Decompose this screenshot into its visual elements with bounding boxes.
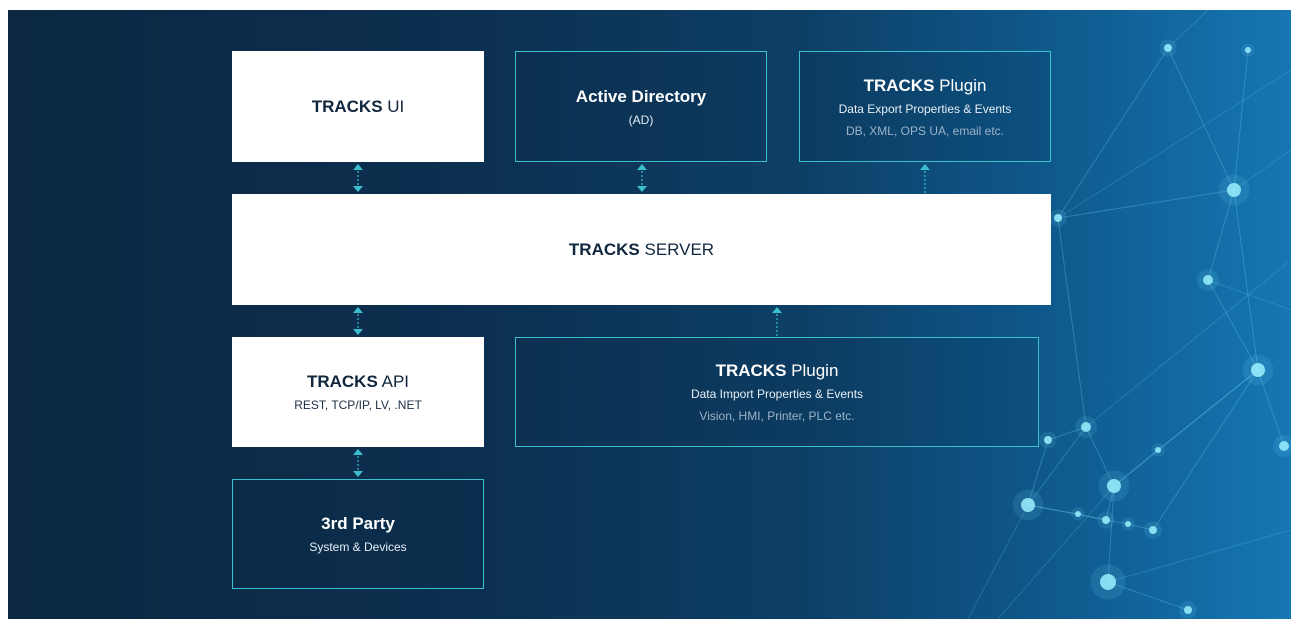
network-link <box>1167 47 1235 191</box>
network-node <box>1125 521 1131 527</box>
network-link <box>1157 369 1259 451</box>
network-node <box>1155 447 1161 453</box>
network-link <box>1057 217 1087 428</box>
tracks-api-title: TRACKS API <box>307 371 409 393</box>
diagram-canvas: TRACKS UI Active Directory (AD) TRACKS P… <box>8 10 1291 619</box>
network-link <box>1057 69 1291 219</box>
active-directory-title: Active Directory <box>576 86 706 108</box>
third-party-box: 3rd Party System & Devices <box>232 479 484 589</box>
tracks-ui-title-normal: UI <box>387 96 405 116</box>
plugin-import-subtitle: Data Import Properties & Events <box>690 387 864 401</box>
network-node <box>1149 526 1157 534</box>
tracks-ui-title-bold: TRACKS <box>311 96 383 116</box>
tracks-api-box: TRACKS API REST, TCP/IP, LV, .NET <box>232 337 484 447</box>
network-node <box>1279 441 1289 451</box>
plugin-import-detail: Vision, HMI, Printer, PLC etc. <box>699 409 855 423</box>
network-node <box>1021 498 1035 512</box>
network-node <box>1245 47 1251 53</box>
network-link <box>1085 259 1291 428</box>
tracks-api-subtitle: REST, TCP/IP, LV, .NET <box>294 398 422 412</box>
network-node <box>1184 606 1192 614</box>
connector-plugin-import-server <box>770 306 784 336</box>
connector-api-third-party <box>351 448 365 478</box>
network-node <box>1251 363 1265 377</box>
network-link <box>967 504 1029 619</box>
connector-ui-server <box>351 163 365 193</box>
network-link <box>1057 47 1169 219</box>
plugin-export-title-normal: Plugin <box>939 75 987 95</box>
network-link <box>1233 49 1249 191</box>
active-directory-box: Active Directory (AD) <box>515 51 767 162</box>
tracks-server-box: TRACKS SERVER <box>232 194 1051 305</box>
plugin-export-title-bold: TRACKS <box>863 75 935 95</box>
tracks-ui-box: TRACKS UI <box>232 51 484 162</box>
plugin-import-title-normal: Plugin <box>791 361 839 380</box>
plugin-export-title: TRACKS Plugin <box>864 75 987 97</box>
plugin-import-box: TRACKS Plugin Data Import Properties & E… <box>515 337 1039 447</box>
plugin-import-title: TRACKS Plugin <box>716 360 839 382</box>
active-directory-subtitle: (AD) <box>628 112 654 127</box>
plugin-import-title-bold: TRACKS <box>715 361 787 380</box>
connector-server-api <box>351 306 365 336</box>
tracks-api-title-bold: TRACKS <box>306 372 378 391</box>
third-party-title-bold: 3rd Party <box>321 514 395 533</box>
third-party-subtitle: System & Devices <box>309 540 407 554</box>
connector-ad-server <box>635 163 649 193</box>
network-node <box>1164 44 1172 52</box>
tracks-server-title: TRACKS SERVER <box>569 239 714 261</box>
network-node <box>1227 183 1241 197</box>
network-link <box>1152 369 1259 531</box>
network-node <box>1075 511 1081 517</box>
connector-server-plugin-export <box>918 163 932 193</box>
plugin-export-box: TRACKS Plugin Data Export Properties & E… <box>799 51 1051 162</box>
network-node <box>1203 275 1213 285</box>
network-node <box>1102 516 1110 524</box>
tracks-api-title-normal: API <box>381 372 410 391</box>
network-node <box>1100 574 1116 590</box>
plugin-export-detail: DB, XML, OPS UA, email etc. <box>845 123 1005 138</box>
network-link <box>1233 189 1259 371</box>
network-link <box>1057 189 1235 219</box>
third-party-title: 3rd Party <box>321 513 395 535</box>
plugin-export-subtitle: Data Export Properties & Events <box>838 101 1012 116</box>
tracks-server-title-normal: SERVER <box>644 239 715 259</box>
network-node <box>1107 479 1121 493</box>
active-directory-title-bold: Active Directory <box>575 86 707 106</box>
network-link <box>1107 529 1291 583</box>
tracks-server-title-bold: TRACKS <box>568 239 640 259</box>
network-node <box>1081 422 1091 432</box>
network-node <box>1044 436 1052 444</box>
tracks-ui-title: TRACKS UI <box>312 96 405 118</box>
network-node <box>1054 214 1062 222</box>
